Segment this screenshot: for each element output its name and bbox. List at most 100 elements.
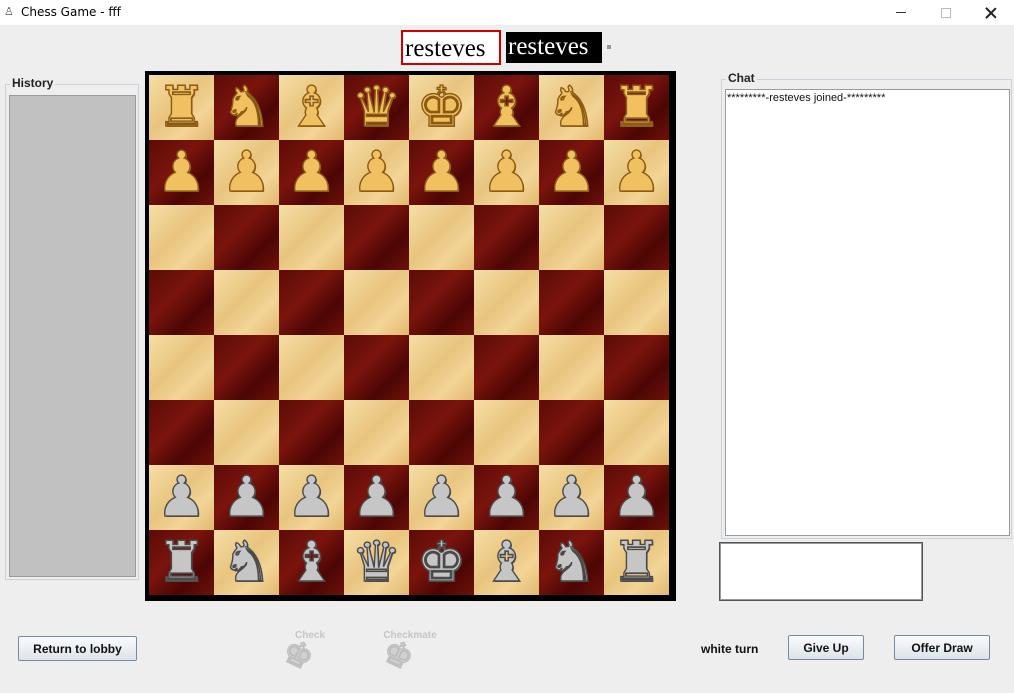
close-button[interactable] xyxy=(968,0,1014,25)
board-square[interactable] xyxy=(604,400,669,465)
board-square[interactable]: ♟ xyxy=(474,140,539,205)
board-square[interactable] xyxy=(149,205,214,270)
board-square[interactable] xyxy=(149,335,214,400)
chat-input[interactable] xyxy=(719,542,923,601)
black-pawn-icon[interactable]: ♟ xyxy=(156,467,208,530)
board-square[interactable] xyxy=(344,270,409,335)
board-square[interactable]: ♞ xyxy=(214,75,279,140)
board-square[interactable] xyxy=(474,205,539,270)
black-pawn-icon[interactable]: ♟ xyxy=(546,467,598,530)
board-square[interactable] xyxy=(279,335,344,400)
white-bishop-icon[interactable]: ♝ xyxy=(481,77,533,140)
board-square[interactable]: ♝ xyxy=(474,75,539,140)
white-pawn-icon[interactable]: ♟ xyxy=(546,142,598,205)
black-bishop-icon[interactable]: ♝ xyxy=(286,532,338,595)
history-list[interactable] xyxy=(9,95,136,577)
board-square[interactable] xyxy=(344,335,409,400)
white-queen-icon[interactable]: ♛ xyxy=(351,77,403,140)
give-up-button[interactable]: Give Up xyxy=(788,635,864,660)
board-square[interactable]: ♛ xyxy=(344,75,409,140)
offer-draw-button[interactable]: Offer Draw xyxy=(894,635,990,660)
chess-board[interactable]: ♜ ♞ ♝ ♛ ♚ ♝ ♞ ♜ ♟ ♟ ♟ ♟ ♟ ♟ ♟ ♟ ♟ ♟ ♟ ♟ ♟ ♟ ♟ ♟ ♜ ♞ ♝ ♛ ♚ ♝ ♞ ♜ xyxy=(149,75,670,596)
board-square[interactable] xyxy=(409,335,474,400)
board-square[interactable]: ♟ xyxy=(149,465,214,530)
board-square[interactable] xyxy=(474,400,539,465)
black-pawn-icon[interactable]: ♟ xyxy=(481,467,533,530)
black-pawn-icon[interactable]: ♟ xyxy=(351,467,403,530)
black-pawn-icon[interactable]: ♟ xyxy=(286,467,338,530)
board-square[interactable]: ♜ xyxy=(604,530,669,595)
board-square[interactable] xyxy=(344,400,409,465)
black-pawn-icon[interactable]: ♟ xyxy=(221,467,273,530)
board-square[interactable]: ♜ xyxy=(604,75,669,140)
board-square[interactable]: ♟ xyxy=(214,140,279,205)
board-square[interactable]: ♛ xyxy=(344,530,409,595)
black-pawn-icon[interactable]: ♟ xyxy=(416,467,468,530)
board-square[interactable] xyxy=(539,205,604,270)
board-square[interactable]: ♜ xyxy=(149,530,214,595)
board-square[interactable]: ♚ xyxy=(409,75,474,140)
white-pawn-icon[interactable]: ♟ xyxy=(416,142,468,205)
white-pawn-icon[interactable]: ♟ xyxy=(286,142,338,205)
white-pawn-icon[interactable]: ♟ xyxy=(611,142,663,205)
white-rook-icon[interactable]: ♜ xyxy=(156,77,208,140)
board-square[interactable]: ♟ xyxy=(409,465,474,530)
board-square[interactable] xyxy=(604,335,669,400)
board-square[interactable] xyxy=(214,270,279,335)
white-bishop-icon[interactable]: ♝ xyxy=(286,77,338,140)
white-knight-icon[interactable]: ♞ xyxy=(546,77,598,140)
black-bishop-icon[interactable]: ♝ xyxy=(481,532,533,595)
board-square[interactable] xyxy=(149,270,214,335)
board-square[interactable] xyxy=(409,205,474,270)
white-king-icon[interactable]: ♚ xyxy=(416,77,468,140)
black-king-icon[interactable]: ♚ xyxy=(416,532,468,595)
board-square[interactable]: ♟ xyxy=(344,465,409,530)
board-square[interactable]: ♟ xyxy=(604,140,669,205)
white-pawn-icon[interactable]: ♟ xyxy=(351,142,403,205)
board-square[interactable]: ♟ xyxy=(604,465,669,530)
white-pawn-icon[interactable]: ♟ xyxy=(156,142,208,205)
minimize-button[interactable] xyxy=(878,0,924,25)
board-square[interactable]: ♟ xyxy=(539,465,604,530)
board-square[interactable] xyxy=(344,205,409,270)
board-square[interactable] xyxy=(214,335,279,400)
board-square[interactable]: ♟ xyxy=(474,465,539,530)
board-square[interactable]: ♟ xyxy=(344,140,409,205)
chat-log[interactable]: *********-resteves joined-********* xyxy=(725,89,1010,536)
black-rook-icon[interactable]: ♜ xyxy=(611,532,663,595)
return-to-lobby-button[interactable]: Return to lobby xyxy=(18,636,137,661)
board-square[interactable] xyxy=(474,270,539,335)
white-rook-icon[interactable]: ♜ xyxy=(611,77,663,140)
white-pawn-icon[interactable]: ♟ xyxy=(481,142,533,205)
board-square[interactable]: ♜ xyxy=(149,75,214,140)
black-rook-icon[interactable]: ♜ xyxy=(156,532,208,595)
board-square[interactable]: ♚ xyxy=(409,530,474,595)
board-square[interactable] xyxy=(604,205,669,270)
board-square[interactable] xyxy=(279,205,344,270)
board-square[interactable] xyxy=(539,335,604,400)
board-square[interactable] xyxy=(214,400,279,465)
board-square[interactable] xyxy=(409,400,474,465)
board-square[interactable]: ♝ xyxy=(474,530,539,595)
board-square[interactable]: ♟ xyxy=(539,140,604,205)
white-knight-icon[interactable]: ♞ xyxy=(221,77,273,140)
board-square[interactable]: ♝ xyxy=(279,75,344,140)
board-square[interactable] xyxy=(149,400,214,465)
board-square[interactable]: ♟ xyxy=(279,140,344,205)
board-square[interactable] xyxy=(409,270,474,335)
black-knight-icon[interactable]: ♞ xyxy=(546,532,598,595)
board-square[interactable] xyxy=(279,400,344,465)
board-square[interactable] xyxy=(604,270,669,335)
board-square[interactable]: ♟ xyxy=(279,465,344,530)
board-square[interactable] xyxy=(474,335,539,400)
board-square[interactable] xyxy=(539,400,604,465)
board-square[interactable]: ♞ xyxy=(214,530,279,595)
maximize-button[interactable] xyxy=(923,0,969,25)
board-square[interactable]: ♝ xyxy=(279,530,344,595)
board-square[interactable] xyxy=(214,205,279,270)
black-queen-icon[interactable]: ♛ xyxy=(351,532,403,595)
white-pawn-icon[interactable]: ♟ xyxy=(221,142,273,205)
board-square[interactable]: ♟ xyxy=(149,140,214,205)
board-square[interactable]: ♟ xyxy=(214,465,279,530)
black-pawn-icon[interactable]: ♟ xyxy=(611,467,663,530)
